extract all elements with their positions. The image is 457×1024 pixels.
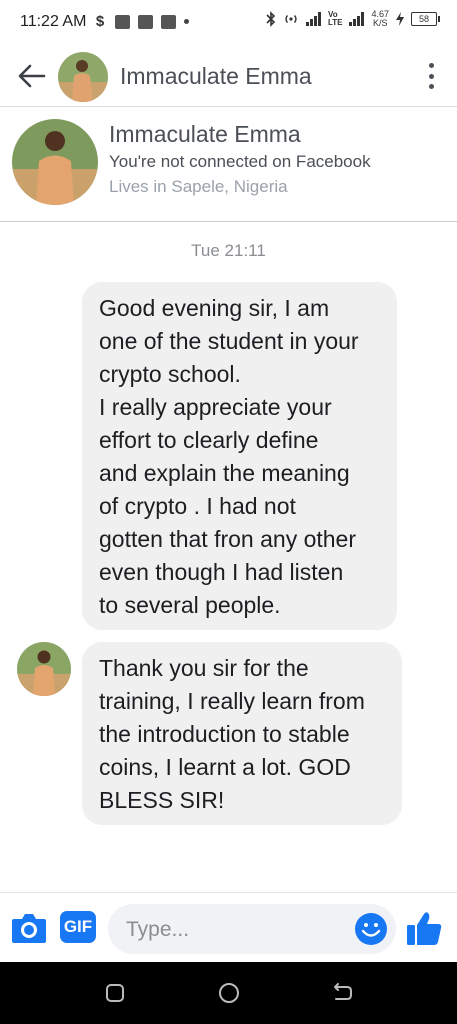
profile-location: Lives in Sapele, Nigeria xyxy=(109,177,288,196)
message-line: to several people. xyxy=(99,592,281,618)
message-line: gotten that fron any other xyxy=(99,526,357,552)
more-vertical-icon xyxy=(428,84,434,89)
recent-apps-button[interactable] xyxy=(103,981,127,1005)
notification-icon xyxy=(115,14,130,29)
message-line: Thank you sir for the xyxy=(99,655,309,681)
message-line: I really appreciate your xyxy=(99,394,332,420)
chat-header: Immaculate Emma xyxy=(0,46,457,107)
message-line: of crypto . I had not xyxy=(99,493,296,519)
camera-icon xyxy=(12,914,46,943)
back-nav-button[interactable] xyxy=(331,981,355,1005)
thumbs-up-icon xyxy=(407,912,442,945)
system-navigation-bar xyxy=(0,962,457,1024)
notification-icon xyxy=(161,14,176,29)
message-line: crypto school. xyxy=(99,361,241,387)
header-avatar[interactable] xyxy=(58,52,108,102)
message-line: effort to clearly define xyxy=(99,427,319,453)
camera-button[interactable] xyxy=(10,911,48,945)
hotspot-icon xyxy=(285,15,297,23)
battery-icon: 58 xyxy=(411,12,440,26)
sim-icon: $ xyxy=(95,13,105,30)
signal-icon xyxy=(349,12,365,26)
status-right-icons: Vo LTE 4.67 K/S 58 xyxy=(266,10,440,28)
message-bubble[interactable]: Good evening sir, I am one of the studen… xyxy=(82,282,397,630)
message-line: coins, I learnt a lot. GOD xyxy=(99,754,351,780)
emoji-icon xyxy=(355,913,387,945)
home-icon xyxy=(219,983,239,1003)
avatar xyxy=(17,642,71,696)
network-speed: 4.67 K/S xyxy=(371,10,389,28)
message-line: and explain the meaning xyxy=(99,460,350,486)
message-line: even though I had listen xyxy=(99,559,344,585)
message-input-wrapper[interactable] xyxy=(108,904,396,956)
connection-status: You're not connected on Facebook xyxy=(109,152,371,171)
more-notifications-icon xyxy=(184,19,189,24)
more-options-button[interactable] xyxy=(419,60,443,92)
avatar xyxy=(58,52,108,102)
notification-icon xyxy=(138,14,153,29)
message-line: the introduction to stable xyxy=(99,721,350,747)
status-bar: 11:22 AM $ Vo LTE 4.67 K/S 58 xyxy=(0,0,457,44)
gif-button[interactable]: GIF xyxy=(60,911,96,943)
home-button[interactable] xyxy=(217,981,241,1005)
back-button[interactable] xyxy=(14,58,50,94)
message-timestamp: Tue 21:11 xyxy=(191,241,266,260)
status-left-icons: $ xyxy=(93,13,189,30)
signal-icon xyxy=(305,12,321,26)
message-line: BLESS SIR! xyxy=(99,787,225,813)
like-button[interactable] xyxy=(404,908,444,948)
bluetooth-icon xyxy=(266,11,276,27)
message-bubble[interactable]: Thank you sir for the training, I really… xyxy=(82,642,402,825)
avatar xyxy=(12,119,98,205)
charging-icon xyxy=(396,12,404,26)
message-input[interactable] xyxy=(124,904,348,956)
message-line: training, I really learn from xyxy=(99,688,365,714)
network-speed-unit: K/S xyxy=(372,18,388,28)
status-time: 11:22 AM xyxy=(20,13,87,30)
profile-name: Immaculate Emma xyxy=(109,121,301,147)
more-vertical-icon xyxy=(428,73,434,79)
volte-icon: Vo LTE xyxy=(327,10,343,27)
message-composer: GIF xyxy=(0,892,457,963)
sender-avatar[interactable] xyxy=(17,642,71,696)
header-contact-name[interactable]: Immaculate Emma xyxy=(120,63,312,90)
more-vertical-icon xyxy=(428,63,434,68)
battery-level: 58 xyxy=(418,14,429,24)
emoji-button[interactable] xyxy=(354,912,388,946)
arrow-left-icon xyxy=(18,64,46,88)
message-line: Good evening sir, I am xyxy=(99,295,330,321)
profile-card[interactable]: Immaculate Emma You're not connected on … xyxy=(0,107,457,222)
message-line: one of the student in your xyxy=(99,328,359,354)
profile-avatar[interactable] xyxy=(12,119,98,205)
back-nav-icon xyxy=(334,983,352,1000)
recent-apps-icon xyxy=(106,984,124,1002)
